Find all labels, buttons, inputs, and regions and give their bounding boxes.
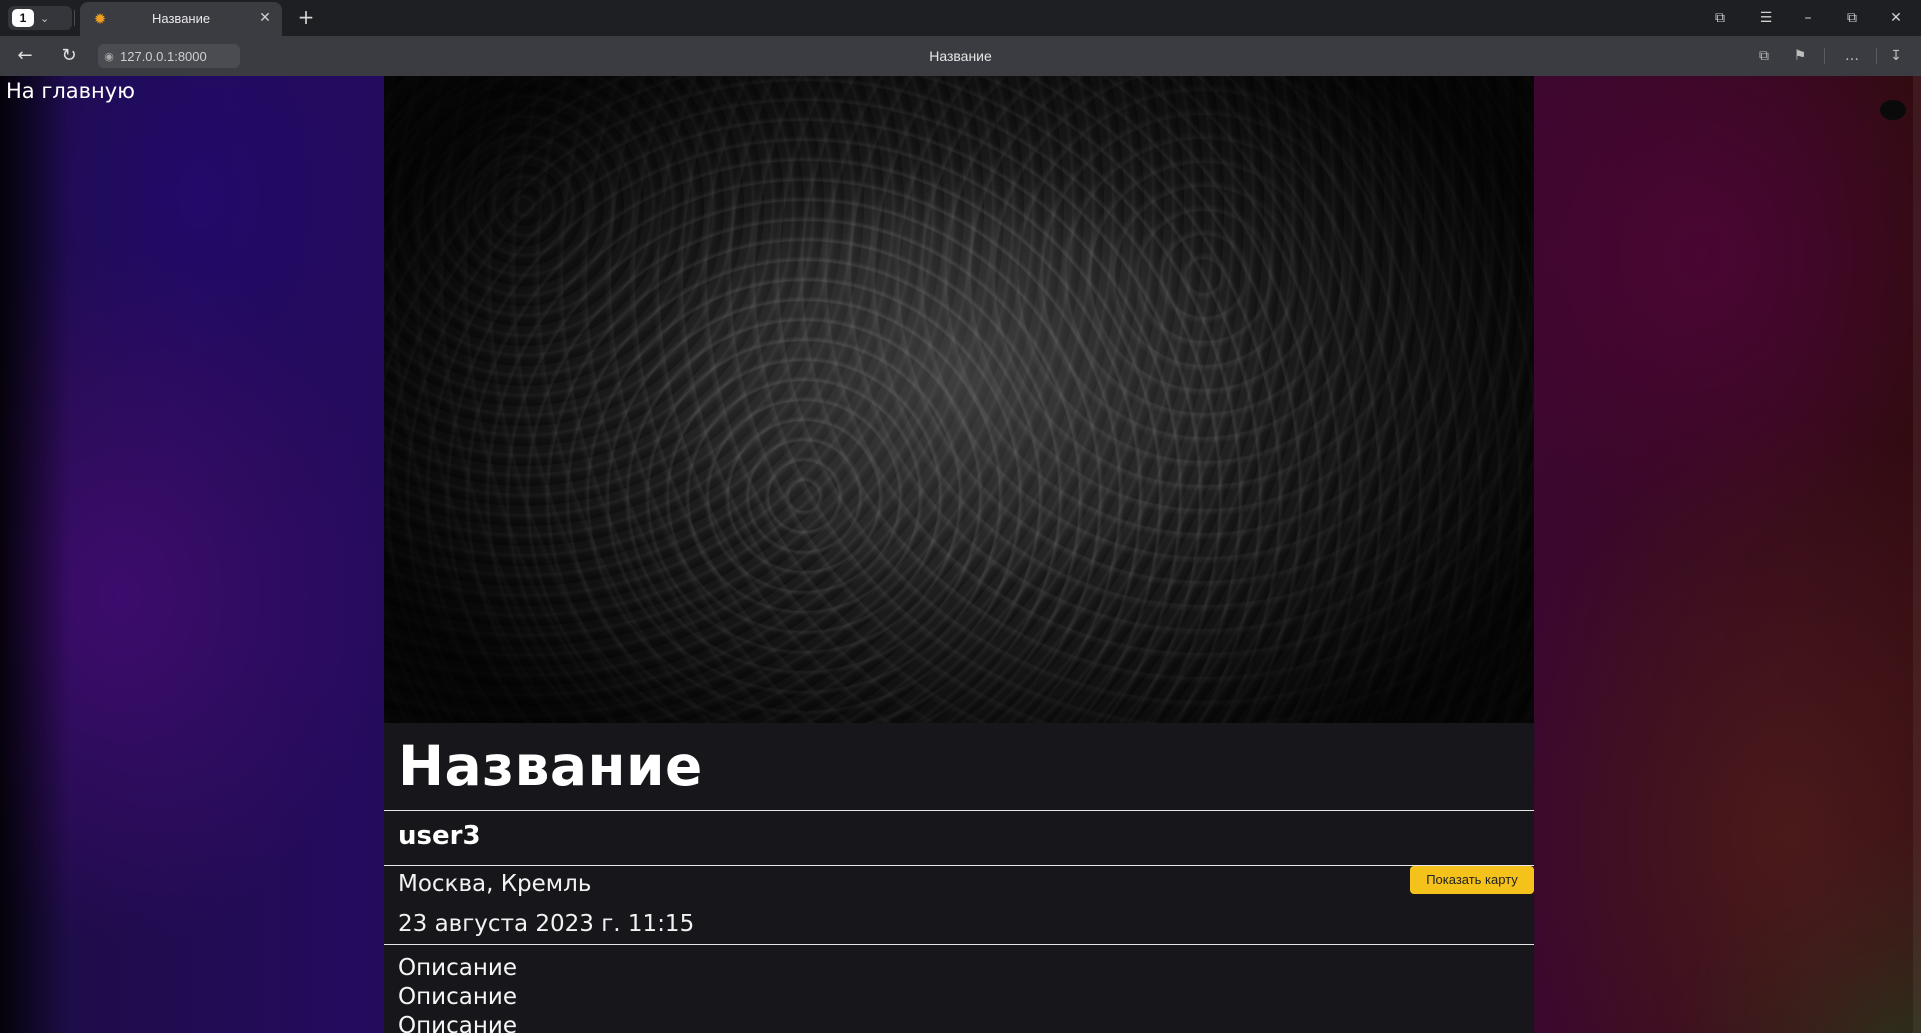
- minimize-icon[interactable]: –: [1794, 6, 1822, 30]
- download-icon[interactable]: ↧: [1884, 44, 1908, 68]
- post-title: Название: [398, 734, 703, 798]
- toolbar-separator: [1876, 48, 1877, 64]
- url-field[interactable]: ◉ 127.0.0.1:8000: [98, 44, 240, 68]
- tab-counter-button[interactable]: 1 ⌄: [8, 6, 72, 30]
- divider: [384, 810, 1534, 811]
- bookmark-icon[interactable]: ⚑: [1788, 44, 1812, 68]
- reload-icon[interactable]: ↻: [56, 44, 82, 68]
- post-datetime: 23 августа 2023 г. 11:15: [398, 911, 695, 937]
- description-line: Описание: [398, 1013, 517, 1033]
- post-author: user3: [398, 821, 481, 851]
- tab-active[interactable]: ✹ Название ✕: [80, 2, 282, 36]
- tab-title: Название: [152, 11, 211, 26]
- site-info-icon[interactable]: ◉: [98, 50, 120, 63]
- tabs-panel-icon[interactable]: ⧉: [1706, 6, 1734, 30]
- background-shade: [0, 76, 70, 1033]
- more-icon[interactable]: …: [1840, 44, 1864, 68]
- tab-separator: [74, 10, 75, 26]
- show-map-button[interactable]: Показать карту: [1410, 866, 1534, 894]
- chevron-down-icon: ⌄: [40, 11, 50, 25]
- page-viewport: На главную Название user3 Москва, Кремль…: [0, 76, 1921, 1033]
- hero-image: [384, 76, 1534, 723]
- url-text: 127.0.0.1:8000: [120, 48, 207, 64]
- description-line: Описание: [398, 984, 517, 1010]
- share-icon[interactable]: ⧉: [1752, 44, 1776, 68]
- restore-icon[interactable]: ⧉: [1838, 6, 1866, 30]
- address-bar: ← ↻ ◉ 127.0.0.1:8000 Название ⧉ ⚑ … ↧: [0, 36, 1921, 76]
- description-line: Описание: [398, 955, 517, 981]
- background-blot: [1880, 100, 1906, 120]
- post-card: Название user3 Москва, Кремль 23 августа…: [384, 76, 1534, 1033]
- close-window-icon[interactable]: ✕: [1882, 6, 1910, 30]
- scrollbar[interactable]: [1913, 76, 1921, 1033]
- post-location: Москва, Кремль: [398, 871, 592, 897]
- tab-bar: 1 ⌄ ✹ Название ✕ + ⧉ ☰ – ⧉ ✕: [0, 0, 1921, 36]
- sun-icon: ✹: [93, 10, 107, 28]
- tab-count: 1: [12, 9, 34, 27]
- toolbar-separator: [1824, 48, 1825, 64]
- plus-icon[interactable]: +: [294, 6, 318, 30]
- hero-vignette: [384, 76, 1534, 723]
- divider: [384, 865, 1534, 866]
- home-link[interactable]: На главную: [6, 79, 135, 103]
- post-description: Описание Описание Описание: [398, 954, 517, 1033]
- arrow-left-icon[interactable]: ←: [12, 44, 38, 68]
- close-icon[interactable]: ✕: [256, 9, 274, 27]
- menu-icon[interactable]: ☰: [1752, 6, 1780, 30]
- divider: [384, 944, 1534, 945]
- page-title-display: Название: [929, 48, 992, 64]
